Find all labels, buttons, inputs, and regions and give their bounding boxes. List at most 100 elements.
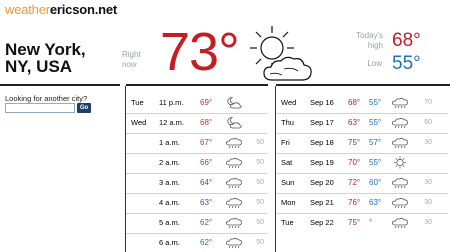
rain-cloud-icon (225, 136, 243, 149)
rain-cloud-icon (391, 116, 409, 129)
daily-row: Wed Sep 16 68° 55° 70 (276, 93, 448, 113)
daily-date: Sep 20 (310, 178, 334, 187)
rain-cloud-icon (391, 96, 409, 109)
daily-day: Wed (281, 98, 297, 107)
hourly-time: 2 a.m. (159, 158, 180, 167)
daily-row: Sun Sep 20 72° 60° 30 (276, 173, 448, 193)
daily-date: Sep 21 (310, 198, 334, 207)
daily-high: 72° (348, 178, 361, 187)
hourly-row: 2 a.m. 66° 50 (126, 153, 268, 173)
daily-date: Sep 17 (310, 118, 334, 127)
daily-precip-chance: 30 (424, 179, 432, 186)
hourly-time: 6 a.m. (159, 238, 180, 247)
daily-day: Fri (281, 138, 290, 147)
daily-day: Mon (281, 198, 296, 207)
rain-cloud-icon (225, 176, 243, 189)
row-divider (276, 213, 448, 214)
daily-date: Sep 18 (310, 138, 334, 147)
daily-precip-chance: 70 (424, 99, 432, 106)
daily-high: 75° (348, 218, 361, 227)
header-divider (0, 84, 450, 86)
row-divider (276, 153, 448, 154)
daily-day: Tue (281, 218, 294, 227)
logo-left: weather (5, 2, 50, 17)
go-button[interactable]: Go (77, 103, 91, 113)
daily-date: Sep 19 (310, 158, 334, 167)
daily-precip-chance: 30 (424, 219, 432, 226)
hourly-day: Wed (131, 118, 147, 127)
row-divider (126, 193, 268, 194)
daily-day: Sat (281, 158, 293, 167)
row-divider (126, 173, 268, 174)
hourly-precip-chance: 50 (256, 179, 264, 186)
daily-date: Sep 16 (310, 98, 334, 107)
row-divider (126, 233, 268, 234)
hourly-temp: 69° (200, 98, 213, 107)
daily-low: 55° (369, 118, 382, 127)
rain-cloud-icon (225, 196, 243, 209)
hourly-temp: 67° (200, 138, 213, 147)
hourly-temp: 62° (200, 238, 213, 247)
daily-low: ° (369, 218, 373, 227)
daily-precip-chance: 30 (424, 199, 432, 206)
logo-right: ericson.net (49, 2, 118, 17)
hourly-row: Wed 12 a.m. 68° (126, 113, 268, 133)
right-now-label: Right now (122, 50, 141, 69)
hourly-precip-chance: 50 (256, 219, 264, 226)
daily-date: Sep 22 (310, 218, 334, 227)
hourly-time: 5 a.m. (159, 218, 180, 227)
current-temperature: 73° (160, 22, 240, 82)
hourly-precip-chance: 50 (256, 199, 264, 206)
moon-cloud-icon (225, 96, 243, 109)
daily-precip-chance: 30 (424, 139, 432, 146)
daily-day: Sun (281, 178, 295, 187)
daily-high: 70° (348, 158, 361, 167)
hourly-row: 6 a.m. 62° 50 (126, 233, 268, 252)
hourly-day: Tue (131, 98, 144, 107)
daily-high: 76° (348, 198, 361, 207)
hourly-temp: 68° (200, 118, 213, 127)
sun-cloud-icon (250, 26, 312, 81)
row-divider (276, 173, 448, 174)
rain-cloud-icon (391, 176, 409, 189)
row-divider (276, 113, 448, 114)
daily-row: Sat Sep 19 70° 55° (276, 153, 448, 173)
hourly-time: 11 p.m. (159, 98, 184, 107)
site-logo[interactable]: weatherericson.net (5, 2, 117, 17)
hourly-precip-chance: 50 (256, 159, 264, 166)
daily-low: 60° (369, 178, 382, 187)
hourly-row: 3 a.m. 64° 50 (126, 173, 268, 193)
city-name: New York, NY, USA (5, 40, 86, 76)
hourly-time: 3 a.m. (159, 178, 180, 187)
daily-low: 55° (369, 98, 382, 107)
hourly-temp: 62° (200, 218, 213, 227)
hourly-temp: 64° (200, 178, 213, 187)
sun-icon (391, 156, 409, 169)
daily-low: 63° (369, 198, 382, 207)
city-search-input[interactable] (5, 103, 75, 113)
hourly-precip-chance: 50 (256, 139, 264, 146)
hourly-row: 5 a.m. 62° 50 (126, 213, 268, 233)
rain-cloud-icon (391, 136, 409, 149)
hourly-time: 1 a.m. (159, 138, 180, 147)
daily-high: 75° (348, 138, 361, 147)
row-divider (276, 133, 448, 134)
low-label: Low (367, 59, 382, 68)
daily-row: Tue Sep 22 75° ° 30 (276, 213, 448, 233)
daily-day: Thu (281, 118, 294, 127)
hourly-temp: 66° (200, 158, 213, 167)
rain-cloud-icon (391, 196, 409, 209)
daily-high: 68° (348, 98, 361, 107)
high-label: Today's high (356, 31, 383, 50)
hourly-time: 12 a.m. (159, 118, 185, 127)
daily-row: Thu Sep 17 63° 55° 60 (276, 113, 448, 133)
hourly-time: 4 a.m. (159, 198, 180, 207)
today-low-value: 55° (392, 53, 421, 74)
today-high-value: 68° (392, 30, 421, 51)
row-divider (126, 153, 268, 154)
row-divider (126, 133, 268, 134)
hourly-row: Tue 11 p.m. 69° (126, 93, 268, 113)
hourly-row: 1 a.m. 67° 50 (126, 133, 268, 153)
daily-high: 63° (348, 118, 361, 127)
search-label: Looking for another city? (5, 94, 88, 103)
